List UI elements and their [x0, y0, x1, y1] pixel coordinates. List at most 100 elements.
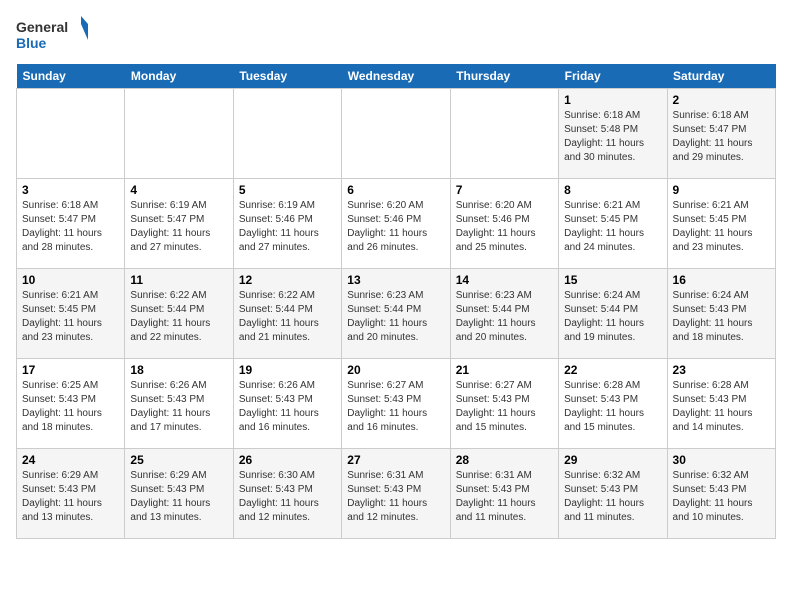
calendar-week-row: 3 Sunrise: 6:18 AM Sunset: 5:47 PM Daylig…: [17, 179, 776, 269]
day-number: 16: [673, 273, 770, 287]
calendar-cell: 17 Sunrise: 6:25 AM Sunset: 5:43 PM Dayli…: [17, 359, 125, 449]
day-number: 25: [130, 453, 227, 467]
day-info: Sunrise: 6:20 AM Sunset: 5:46 PM Dayligh…: [347, 199, 444, 255]
weekday-header-sunday: Sunday: [17, 64, 125, 89]
day-number: 1: [564, 93, 661, 107]
calendar-cell: 3 Sunrise: 6:18 AM Sunset: 5:47 PM Daylig…: [17, 179, 125, 269]
day-number: 23: [673, 363, 770, 377]
calendar-cell: 9 Sunrise: 6:21 AM Sunset: 5:45 PM Daylig…: [667, 179, 775, 269]
day-info: Sunrise: 6:20 AM Sunset: 5:46 PM Dayligh…: [456, 199, 553, 255]
day-number: 11: [130, 273, 227, 287]
day-number: 21: [456, 363, 553, 377]
calendar-cell: 18 Sunrise: 6:26 AM Sunset: 5:43 PM Dayli…: [125, 359, 233, 449]
weekday-header-saturday: Saturday: [667, 64, 775, 89]
calendar-cell: 1 Sunrise: 6:18 AM Sunset: 5:48 PM Daylig…: [559, 89, 667, 179]
calendar-header: SundayMondayTuesdayWednesdayThursdayFrid…: [17, 64, 776, 89]
day-number: 10: [22, 273, 119, 287]
calendar-table: SundayMondayTuesdayWednesdayThursdayFrid…: [16, 64, 776, 539]
day-number: 12: [239, 273, 336, 287]
calendar-cell: [233, 89, 341, 179]
day-number: 9: [673, 183, 770, 197]
day-info: Sunrise: 6:23 AM Sunset: 5:44 PM Dayligh…: [347, 289, 444, 345]
day-info: Sunrise: 6:21 AM Sunset: 5:45 PM Dayligh…: [673, 199, 770, 255]
calendar-cell: 6 Sunrise: 6:20 AM Sunset: 5:46 PM Daylig…: [342, 179, 450, 269]
day-number: 8: [564, 183, 661, 197]
day-number: 20: [347, 363, 444, 377]
day-number: 7: [456, 183, 553, 197]
page-header: General Blue: [16, 16, 776, 52]
calendar-cell: 29 Sunrise: 6:32 AM Sunset: 5:43 PM Dayli…: [559, 449, 667, 539]
day-info: Sunrise: 6:23 AM Sunset: 5:44 PM Dayligh…: [456, 289, 553, 345]
calendar-cell: 28Sunrise: 6:31 AM Sunset: 5:43 PM Dayli…: [450, 449, 558, 539]
day-number: 26: [239, 453, 336, 467]
day-info: Sunrise: 6:27 AM Sunset: 5:43 PM Dayligh…: [456, 379, 553, 435]
calendar-cell: 30Sunrise: 6:32 AM Sunset: 5:43 PM Dayli…: [667, 449, 775, 539]
calendar-cell: 25Sunrise: 6:29 AM Sunset: 5:43 PM Dayli…: [125, 449, 233, 539]
calendar-week-row: 24 Sunrise: 6:29 AM Sunset: 5:43 PM Dayli…: [17, 449, 776, 539]
day-number: 14: [456, 273, 553, 287]
day-info: Sunrise: 6:24 AM Sunset: 5:43 PM Dayligh…: [673, 289, 770, 345]
day-info: Sunrise: 6:31 AM Sunset: 5:43 PM Dayligh…: [347, 469, 444, 525]
day-number: 30: [673, 453, 770, 467]
day-number: 17: [22, 363, 119, 377]
calendar-cell: 10Sunrise: 6:21 AM Sunset: 5:45 PM Dayli…: [17, 269, 125, 359]
calendar-week-row: 17 Sunrise: 6:25 AM Sunset: 5:43 PM Dayli…: [17, 359, 776, 449]
day-info: Sunrise: 6:30 AM Sunset: 5:43 PM Dayligh…: [239, 469, 336, 525]
day-number: 2: [673, 93, 770, 107]
day-info: Sunrise: 6:18 AM Sunset: 5:47 PM Dayligh…: [22, 199, 119, 255]
day-info: Sunrise: 6:32 AM Sunset: 5:43 PM Dayligh…: [564, 469, 661, 525]
day-number: 27: [347, 453, 444, 467]
day-info: Sunrise: 6:31 AM Sunset: 5:43 PM Dayligh…: [456, 469, 553, 525]
calendar-cell: 16 Sunrise: 6:24 AM Sunset: 5:43 PM Dayli…: [667, 269, 775, 359]
calendar-body: 1 Sunrise: 6:18 AM Sunset: 5:48 PM Daylig…: [17, 89, 776, 539]
day-number: 3: [22, 183, 119, 197]
day-number: 13: [347, 273, 444, 287]
calendar-cell: 15Sunrise: 6:24 AM Sunset: 5:44 PM Dayli…: [559, 269, 667, 359]
calendar-cell: [342, 89, 450, 179]
day-number: 24: [22, 453, 119, 467]
calendar-cell: 19 Sunrise: 6:26 AM Sunset: 5:43 PM Dayli…: [233, 359, 341, 449]
weekday-header-friday: Friday: [559, 64, 667, 89]
calendar-cell: 21 Sunrise: 6:27 AM Sunset: 5:43 PM Dayli…: [450, 359, 558, 449]
svg-text:Blue: Blue: [16, 35, 47, 51]
day-info: Sunrise: 6:18 AM Sunset: 5:47 PM Dayligh…: [673, 109, 770, 165]
day-info: Sunrise: 6:19 AM Sunset: 5:47 PM Dayligh…: [130, 199, 227, 255]
calendar-week-row: 10Sunrise: 6:21 AM Sunset: 5:45 PM Dayli…: [17, 269, 776, 359]
calendar-cell: 14 Sunrise: 6:23 AM Sunset: 5:44 PM Dayli…: [450, 269, 558, 359]
day-number: 19: [239, 363, 336, 377]
day-info: Sunrise: 6:25 AM Sunset: 5:43 PM Dayligh…: [22, 379, 119, 435]
weekday-header-monday: Monday: [125, 64, 233, 89]
calendar-cell: 4Sunrise: 6:19 AM Sunset: 5:47 PM Daylig…: [125, 179, 233, 269]
day-info: Sunrise: 6:26 AM Sunset: 5:43 PM Dayligh…: [130, 379, 227, 435]
calendar-cell: [125, 89, 233, 179]
calendar-cell: 5Sunrise: 6:19 AM Sunset: 5:46 PM Daylig…: [233, 179, 341, 269]
day-info: Sunrise: 6:19 AM Sunset: 5:46 PM Dayligh…: [239, 199, 336, 255]
weekday-header-wednesday: Wednesday: [342, 64, 450, 89]
calendar-cell: [17, 89, 125, 179]
calendar-cell: 12Sunrise: 6:22 AM Sunset: 5:44 PM Dayli…: [233, 269, 341, 359]
calendar-cell: 26 Sunrise: 6:30 AM Sunset: 5:43 PM Dayli…: [233, 449, 341, 539]
calendar-cell: 2 Sunrise: 6:18 AM Sunset: 5:47 PM Daylig…: [667, 89, 775, 179]
weekday-header-row: SundayMondayTuesdayWednesdayThursdayFrid…: [17, 64, 776, 89]
day-info: Sunrise: 6:28 AM Sunset: 5:43 PM Dayligh…: [564, 379, 661, 435]
logo: General Blue: [16, 16, 96, 52]
day-info: Sunrise: 6:26 AM Sunset: 5:43 PM Dayligh…: [239, 379, 336, 435]
day-info: Sunrise: 6:21 AM Sunset: 5:45 PM Dayligh…: [564, 199, 661, 255]
day-number: 29: [564, 453, 661, 467]
day-info: Sunrise: 6:27 AM Sunset: 5:43 PM Dayligh…: [347, 379, 444, 435]
day-number: 18: [130, 363, 227, 377]
day-info: Sunrise: 6:18 AM Sunset: 5:48 PM Dayligh…: [564, 109, 661, 165]
day-info: Sunrise: 6:29 AM Sunset: 5:43 PM Dayligh…: [22, 469, 119, 525]
day-number: 6: [347, 183, 444, 197]
calendar-cell: 11Sunrise: 6:22 AM Sunset: 5:44 PM Dayli…: [125, 269, 233, 359]
calendar-week-row: 1 Sunrise: 6:18 AM Sunset: 5:48 PM Daylig…: [17, 89, 776, 179]
calendar-cell: [450, 89, 558, 179]
day-info: Sunrise: 6:28 AM Sunset: 5:43 PM Dayligh…: [673, 379, 770, 435]
svg-text:General: General: [16, 19, 68, 35]
logo-icon: General Blue: [16, 16, 96, 52]
calendar-cell: 23 Sunrise: 6:28 AM Sunset: 5:43 PM Dayli…: [667, 359, 775, 449]
calendar-cell: 7 Sunrise: 6:20 AM Sunset: 5:46 PM Daylig…: [450, 179, 558, 269]
calendar-cell: 27 Sunrise: 6:31 AM Sunset: 5:43 PM Dayli…: [342, 449, 450, 539]
weekday-header-thursday: Thursday: [450, 64, 558, 89]
calendar-cell: 8 Sunrise: 6:21 AM Sunset: 5:45 PM Daylig…: [559, 179, 667, 269]
